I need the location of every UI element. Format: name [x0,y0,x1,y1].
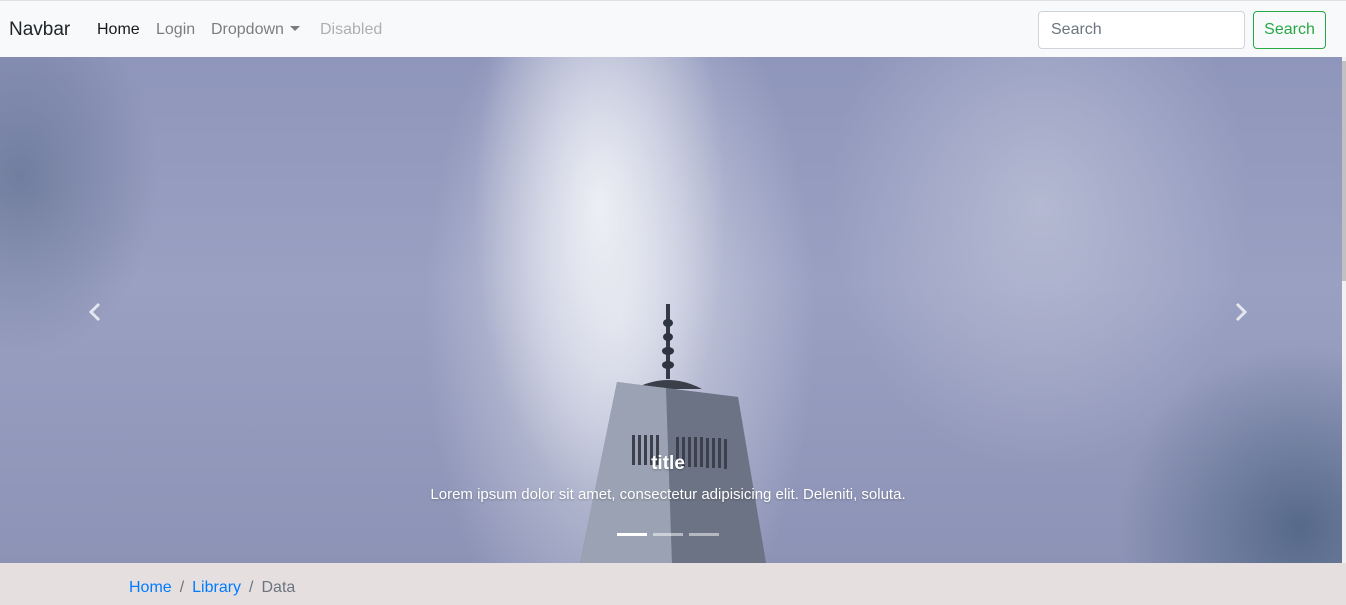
breadcrumb-separator: / [179,579,185,596]
search-input[interactable] [1038,11,1245,49]
caret-down-icon [289,26,300,31]
carousel-indicator-1[interactable] [617,533,647,536]
carousel-caption-title: title [651,453,685,474]
breadcrumb-home[interactable]: Home [129,579,172,596]
dropdown-label: Dropdown [211,21,284,38]
carousel-caption-text: Lorem ipsum dolor sit amet, consectetur … [430,486,906,503]
chevron-right-icon [1235,302,1248,322]
scrollbar-thumb[interactable] [1342,61,1346,281]
breadcrumb-library[interactable]: Library [192,579,241,596]
carousel-indicator-2[interactable] [653,533,683,536]
carousel-prev-button[interactable] [80,297,110,327]
navbar: Navbar Home Login Dropdown Disabled Sear… [0,0,1346,57]
search-button[interactable]: Search [1253,11,1326,49]
carousel-indicator-3[interactable] [689,533,719,536]
chevron-left-icon [88,302,101,322]
breadcrumb-separator: / [249,579,254,596]
nav-link-home[interactable]: Home [97,21,140,39]
breadcrumb-list: Home / Library / Data [129,579,295,597]
breadcrumb-data: Data [261,579,296,596]
carousel-indicators [617,533,719,536]
nav-link-dropdown[interactable]: Dropdown [211,21,300,39]
carousel: title Lorem ipsum dolor sit amet, consec… [0,57,1342,563]
breadcrumb: Home / Library / Data [0,563,1346,605]
nav-link-disabled: Disabled [320,21,383,38]
nav-link-login[interactable]: Login [156,21,195,39]
page-scrollbar[interactable] [1342,57,1346,563]
navbar-brand[interactable]: Navbar [9,19,70,41]
carousel-next-button[interactable] [1226,297,1256,327]
